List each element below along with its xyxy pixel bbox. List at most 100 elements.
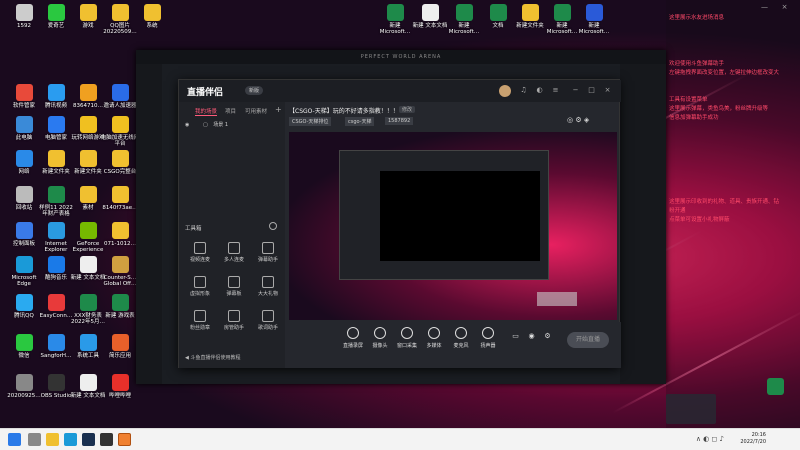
category-selector[interactable]: CSGO-天梯排位 [289,117,332,126]
tab-my-scenes[interactable]: 我的场景 [195,107,218,116]
file-explorer-icon[interactable] [46,433,59,446]
desktop-icon-image [47,84,65,101]
desktop-icon-image [47,150,65,167]
desktop-icon[interactable]: 8140f73ae… [100,186,140,211]
desktop-icon-image [386,4,404,21]
skin-icon[interactable]: ◐ [535,86,544,95]
windows-start-icon[interactable] [8,433,21,446]
scene-row[interactable]: ◉ ▢ 场景 1 [185,120,281,130]
overlay-line: 这里展示弹幕，类鱼鸟美，粉丝牌升级等 [669,106,769,112]
toolbox-more-icon[interactable] [269,222,277,230]
live-stream-companion-window[interactable]: 直播伴侣 新版 ♫ ◐ ≡ − □ × 我的场景 项目 可用素材 + ◉ ▢ 场… [178,79,621,368]
steam-icon[interactable] [82,433,95,446]
tool-icon [228,242,240,254]
add-icon[interactable]: + [275,105,282,114]
tool-item[interactable]: 弹幕板 [219,276,249,297]
desktop-icon[interactable]: 哔哩哔哩 [100,374,140,399]
tool-item[interactable]: 视频连麦 [185,242,215,263]
overlay-section-visitors: 这里展示水友进场消息 [669,14,800,23]
desktop-icon-image [111,4,129,21]
eye-icon[interactable]: ◉ [527,332,536,341]
lock-icon[interactable]: ▢ [203,122,208,128]
volume-icon[interactable]: ◎ ⚙ ◈ [567,116,589,124]
desktop-icon[interactable]: 邀请人加速器 [100,84,140,109]
bottom-toolbar: 直播录屏 摄像头 窗口采集 多媒体 麦克风 扬声器 开始直播 ▭ ◉ ⚙ [285,322,621,368]
desktop-icon-excel[interactable] [760,378,790,397]
edit-title-button[interactable]: 修改 [399,106,416,113]
desktop-icon-image [79,374,97,391]
tool-item[interactable]: 歌词助手 [253,310,283,331]
settings-icon[interactable]: ⚙ [543,332,552,341]
desktop-icon[interactable]: 新建 游戏表 [100,294,140,319]
desktop-icon-label: 哔哩哔哩 [108,393,131,399]
desktop-icon[interactable]: 系统 [132,4,172,29]
tool-item[interactable]: 虚拟形象 [185,276,215,297]
background-window-rightbar [620,64,666,384]
close-icon[interactable]: × [603,86,612,95]
desktop-icon-image [15,150,33,167]
desktop-icon-image [47,294,65,311]
desktop-icon-image [79,4,97,21]
desktop-icon[interactable]: 新建 Microsoft… [375,4,415,36]
overlay-close-icon[interactable]: × [780,3,789,12]
tool-item[interactable]: 多人连麦 [219,242,249,263]
desktop-icon-label: 新建 Microsoft… [379,23,411,36]
desktop-icon[interactable]: Counter-S… Global Off… [100,256,140,288]
desktop-icon[interactable]: CSGO完整台 [100,150,140,175]
tool-label: 多人连麦 [223,257,244,263]
desktop-icon-image [455,4,473,21]
tool-icon [194,276,206,288]
eye-icon[interactable]: ◉ [185,122,189,128]
clock[interactable]: 20:16 2022/7/20 [740,432,766,446]
source-icon [347,327,359,339]
tool-item[interactable]: 粉丝勋章 [185,310,215,331]
obs-icon[interactable] [100,433,113,446]
start-live-button[interactable]: 开始直播 [567,332,609,348]
stream-preview[interactable] [289,132,617,320]
tab-materials[interactable]: 可用素材 [245,107,267,115]
preview-nested-preview [380,171,540,261]
speaker-icon: ◀ [185,355,189,361]
tray-icons[interactable]: ∧ ◐ ◻ ♪ [696,435,724,443]
version-badge[interactable]: 新版 [245,86,264,95]
live-companion-taskbar-icon[interactable] [118,433,131,446]
record-icon[interactable]: ▭ [511,332,520,341]
source-button[interactable]: 扬声器 [472,327,504,349]
minimize-icon[interactable]: − [571,86,580,95]
edge-icon[interactable] [64,433,77,446]
tool-item[interactable]: 弹幕助手 [253,242,283,263]
maximize-icon[interactable]: □ [587,86,596,95]
scene-item-name: 场景 1 [213,122,229,128]
tool-label: 视频连麦 [189,257,210,263]
tool-item[interactable]: 房管助手 [219,310,249,331]
overlay-section-danmaku: 欢迎使用斗鱼弹幕助手 左键拖拽界面改变位置，左键拉伸边框改变大 工具有设置菜单 … [669,60,800,123]
tray-overflow-popup[interactable] [666,394,716,424]
desktop-icon[interactable]: 新建 Microsoft… [574,4,614,36]
desktop-icon-image [521,4,539,21]
stream-title[interactable]: 【CSGO-天梯】玩的不好请多指教！！！ [289,106,399,115]
tab-items[interactable]: 项目 [225,107,236,115]
overlay-line: 这里展示印收到的礼物、道具、贵族开通、钻 [669,199,780,205]
desktop-icon-image [111,374,129,391]
desktop-icon-image [47,256,65,273]
desktop-icon-image [111,186,129,203]
avatar[interactable] [499,85,511,97]
room-name: csgo-天梯 [345,117,375,126]
source-icon [374,327,386,339]
desktop-icon-label: 简乐应用 [108,353,131,359]
desktop-icon[interactable]: 071-1012… [100,222,140,247]
tool-item[interactable]: 大大礼物 [253,276,283,297]
desktop-icon-label: 新建 Microsoft… [578,23,610,36]
task-view-icon[interactable] [28,433,41,446]
desktop-icon-image [111,116,129,133]
overlay-close-icon[interactable]: — [760,3,769,12]
tutorial-notice[interactable]: ◀ 斗鱼直播伴侣使用教程 [185,354,285,361]
desktop-icon[interactable]: 电脑加速无线网平台 [100,116,140,148]
bell-icon[interactable]: ♫ [519,86,528,95]
desktop-icon[interactable]: 简乐应用 [100,334,140,359]
desktop-icon-image [79,186,97,203]
room-number: 1587892 [385,117,414,125]
desktop-icon-image [111,334,129,351]
app-titlebar[interactable]: 直播伴侣 新版 ♫ ◐ ≡ − □ × [179,80,621,102]
menu-icon[interactable]: ≡ [551,86,560,95]
